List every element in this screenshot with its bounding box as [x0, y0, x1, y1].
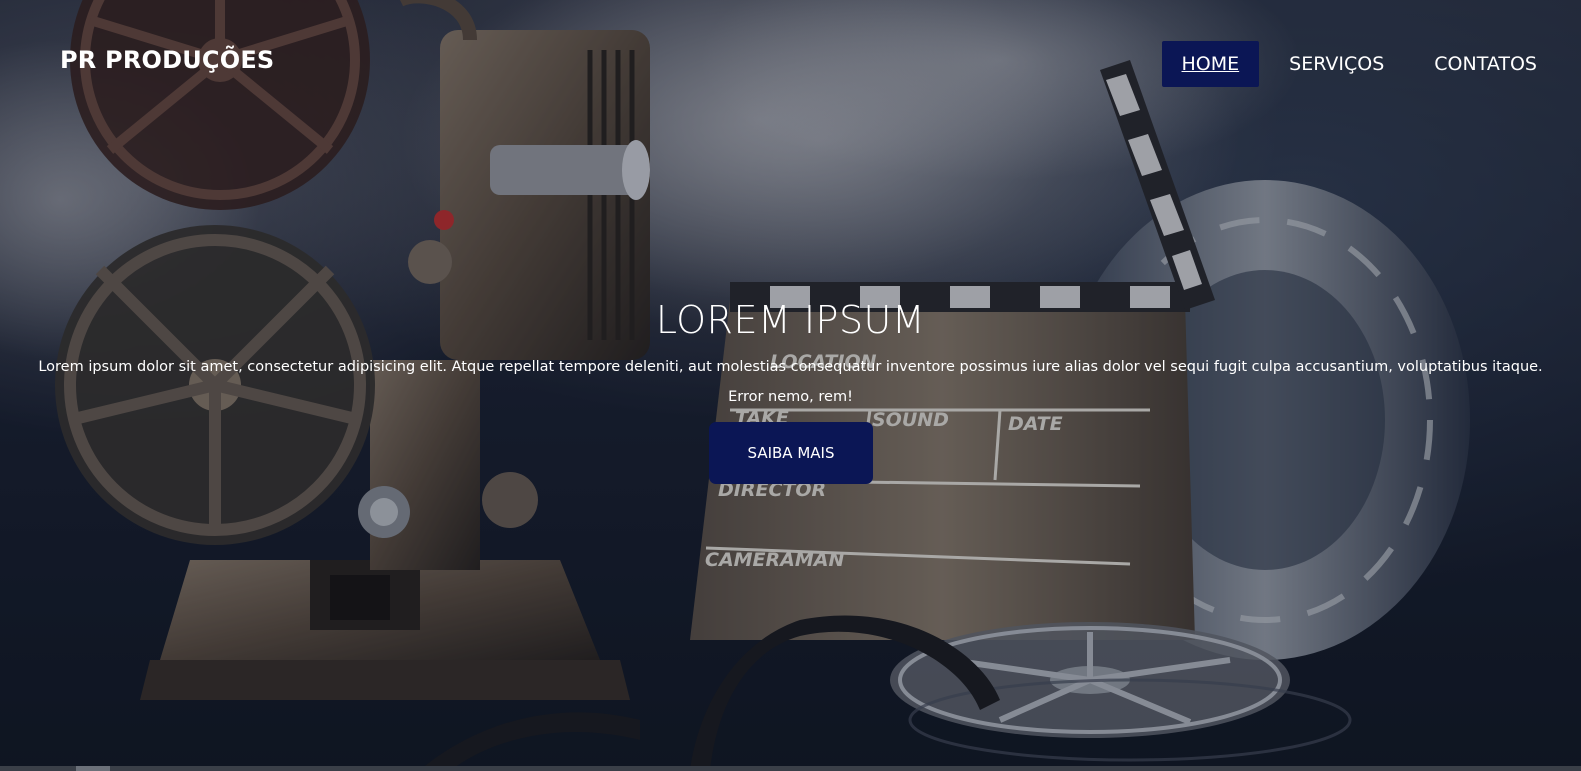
- hero-section: LOCATION TAKE SOUND DATE DIRECTOR CAMERA…: [0, 0, 1581, 771]
- hero-title: LOREM IPSUM: [655, 298, 926, 342]
- main-nav: HOME SERVIÇOS CONTATOS: [1152, 41, 1557, 87]
- brand-logo[interactable]: PR PRODUÇÕES: [60, 46, 274, 74]
- hero-text: Lorem ipsum dolor sit amet, consectetur …: [38, 359, 1543, 405]
- saiba-mais-button[interactable]: SAIBA MAIS: [709, 422, 873, 484]
- nav-item-contatos[interactable]: CONTATOS: [1414, 41, 1557, 87]
- horizontal-scrollbar[interactable]: [0, 766, 1581, 771]
- nav-item-servicos[interactable]: SERVIÇOS: [1269, 41, 1404, 87]
- nav-item-home[interactable]: HOME: [1161, 41, 1260, 87]
- scrollbar-thumb[interactable]: [76, 766, 110, 771]
